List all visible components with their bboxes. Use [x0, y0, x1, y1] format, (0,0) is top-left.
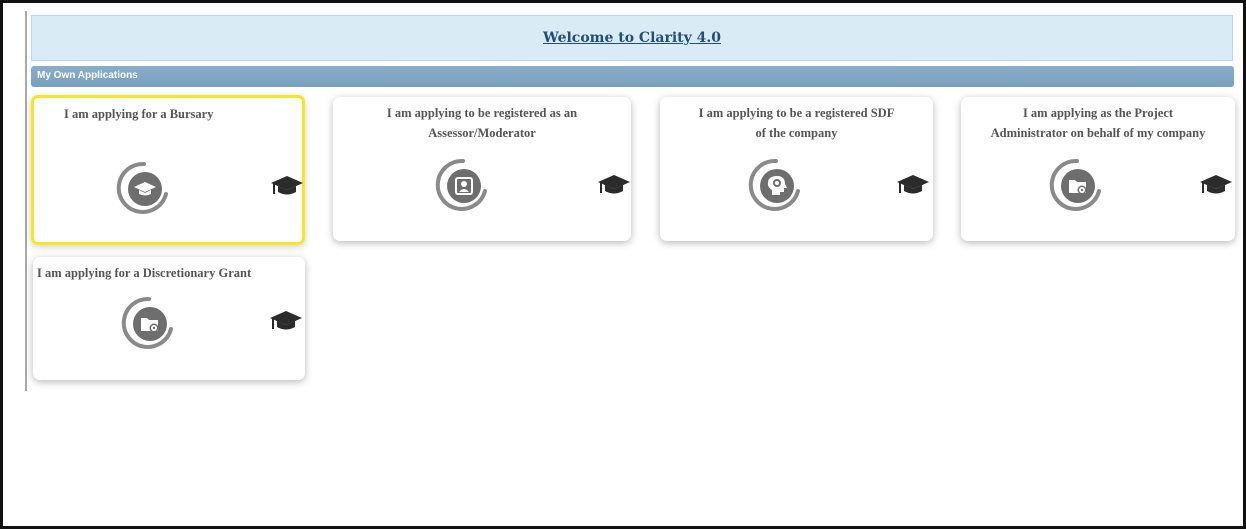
section-header: My Own Applications [31, 66, 1234, 87]
graduation-cap-icon [269, 309, 303, 333]
id-card-circle-icon [435, 157, 491, 213]
card-project-administrator[interactable]: I am applying as the Project Administrat… [961, 97, 1235, 241]
graduation-cap-icon [896, 173, 930, 197]
window-frame: Welcome to Clarity 4.0 My Own Applicatio… [0, 0, 1246, 529]
card-discretionary-grant[interactable]: I am applying for a Discretionary Grant [33, 257, 305, 380]
folder-gear-circle-icon [1049, 157, 1105, 213]
folder-gear-circle-icon [121, 295, 177, 351]
card-registered-sdf[interactable]: I am applying to be a registered SDF of … [660, 97, 933, 241]
card-title: I am applying for a Discretionary Grant [37, 266, 252, 280]
graduation-cap-icon [597, 173, 631, 197]
graduation-cap-circle-icon [116, 160, 172, 216]
card-title: I am applying to be registered as an Ass… [386, 106, 578, 140]
head-brain-circle-icon [748, 157, 804, 213]
graduation-cap-icon [270, 174, 304, 198]
welcome-header: Welcome to Clarity 4.0 [31, 15, 1233, 61]
card-title: I am applying for a Bursary [64, 107, 214, 121]
card-assessor-moderator[interactable]: I am applying to be registered as an Ass… [333, 97, 631, 241]
card-bursary[interactable]: I am applying for a Bursary [31, 95, 305, 245]
welcome-link[interactable]: Welcome to Clarity 4.0 [543, 30, 721, 46]
card-title: I am applying as the Project Administrat… [990, 106, 1206, 140]
section-title: My Own Applications [37, 70, 138, 81]
graduation-cap-icon [1199, 173, 1233, 197]
card-title: I am applying to be a registered SDF of … [698, 106, 895, 140]
main-content: Welcome to Clarity 4.0 My Own Applicatio… [25, 11, 1237, 391]
